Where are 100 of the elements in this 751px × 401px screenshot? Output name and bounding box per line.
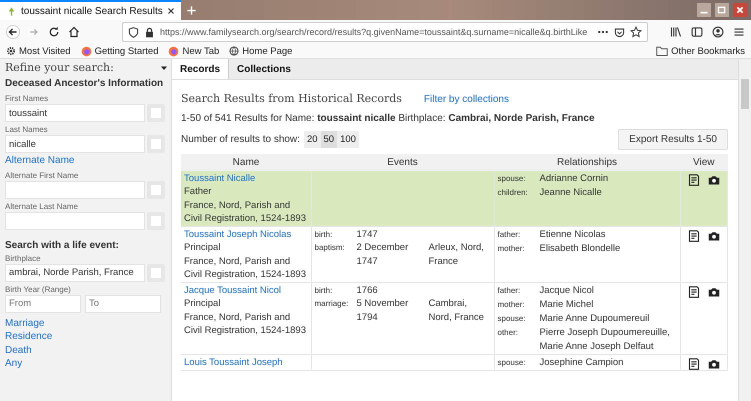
home-icon xyxy=(68,26,80,38)
relationship-label: mother: xyxy=(498,242,526,254)
relative-name: Marie Michel xyxy=(540,298,594,312)
relative-name: Jacque Nicol xyxy=(540,284,595,298)
record-name-link[interactable]: Jacque Toussaint Nicol xyxy=(184,284,308,297)
event-link[interactable]: Marriage xyxy=(5,316,168,330)
document-icon xyxy=(688,174,700,186)
column-header: Relationships xyxy=(494,154,680,170)
column-header: View xyxy=(680,154,728,170)
bookmark-link[interactable]: Home Page xyxy=(242,46,292,56)
address-bar[interactable]: https://www.familysearch.org/search/record/results?q.givenName=toussaint&q.surname=nicalle&q.birthLike xyxy=(122,22,648,42)
bookmark-folder[interactable]: Other Bookmarks xyxy=(671,46,745,56)
field-label: Alternate Last Name xyxy=(5,202,79,210)
relationship-label: father: xyxy=(498,284,522,296)
firefox-icon xyxy=(168,46,180,56)
record-role: Principal xyxy=(184,241,222,254)
close-icon xyxy=(733,3,747,17)
shield-icon xyxy=(128,26,139,38)
forward-icon xyxy=(28,26,40,38)
year-from-field[interactable]: From xyxy=(5,294,81,312)
event-date: 1747 xyxy=(356,228,379,241)
field-label: Birthplace xyxy=(5,254,42,262)
bookmark-link[interactable]: New Tab xyxy=(182,46,220,56)
relative-name: Marie Anne Dupoumereuil xyxy=(540,312,650,326)
relative-name: Elisabeth Blondelle xyxy=(540,242,622,256)
relationship-label: spouse: xyxy=(498,172,527,185)
bookmark-link[interactable]: Getting Started xyxy=(94,46,158,56)
event-link[interactable]: Death xyxy=(5,344,168,357)
field-label: Last Names xyxy=(5,125,49,134)
section-heading: Search with a life event: xyxy=(5,240,120,250)
exact-checkbox[interactable] xyxy=(147,180,165,198)
record-role: Father xyxy=(184,185,212,198)
relationship-label: children: xyxy=(498,186,529,198)
camera-icon xyxy=(708,230,720,242)
page-size-label: Number of results to show: xyxy=(181,134,300,145)
text-field[interactable] xyxy=(5,180,145,198)
url-text: https://www.familysearch.org/search/record/results?q.givenName=toussaint&q.surname=nicalle&q.birthLike xyxy=(160,27,588,37)
event-date: 1766 xyxy=(356,284,379,297)
bookmark-link[interactable]: Most Visited xyxy=(19,46,71,56)
column-header: Events xyxy=(311,154,494,170)
filter-link[interactable]: Filter by collections xyxy=(424,93,509,106)
relative-name: Etienne Nicolas xyxy=(540,228,607,242)
text-field[interactable]: nicalle xyxy=(5,135,145,153)
menu-icon xyxy=(733,26,745,38)
column-header: Name xyxy=(181,154,311,170)
exact-checkbox[interactable] xyxy=(147,104,165,122)
results-tab[interactable]: Records xyxy=(172,59,230,79)
record-collection: France, Nord, Parish and Civil Registration, 1524-1893 xyxy=(184,254,307,282)
relative-name: Adrianne Cornin xyxy=(540,172,610,186)
camera-icon xyxy=(708,286,720,298)
document-icon xyxy=(688,358,700,370)
record-collection: France, Nord, Parish and Civil Registration, 1524-1893 xyxy=(184,198,307,226)
record-collection: France, Nord, Parish and Civil Registration, 1524-1893 xyxy=(184,310,307,338)
event-place: Arleux, Nord, France xyxy=(428,241,485,268)
event-link[interactable]: Any xyxy=(5,357,168,370)
record-name-link[interactable]: Toussaint Joseph Nicolas xyxy=(184,228,308,241)
globe-icon xyxy=(229,46,240,56)
text-field[interactable] xyxy=(5,212,145,230)
record-name-link[interactable]: Toussaint Nicalle xyxy=(184,172,308,185)
page-size-option[interactable]: 20 xyxy=(304,131,321,148)
exact-checkbox[interactable] xyxy=(147,135,165,153)
camera-icon xyxy=(708,358,720,370)
relationship-label: spouse: xyxy=(498,312,527,325)
caret-icon xyxy=(160,64,168,72)
camera-icon xyxy=(708,174,720,186)
firefox-icon xyxy=(80,46,92,56)
export-button[interactable]: Export Results 1-50 xyxy=(618,129,728,150)
relative-name: Jeanne Nicalle xyxy=(540,186,603,200)
text-field[interactable]: toussaint xyxy=(5,104,145,122)
exact-checkbox[interactable] xyxy=(147,264,165,282)
page-size-option[interactable]: 100 xyxy=(337,131,359,148)
record-name-link[interactable]: Louis Toussaint Joseph xyxy=(184,356,308,369)
browser-tab[interactable]: toussaint nicalle Search Results xyxy=(0,0,181,20)
pocket-icon xyxy=(614,26,625,38)
record-role: Principal xyxy=(184,297,222,310)
relationship-label: mother: xyxy=(498,298,526,310)
field-label: Alternate First Name xyxy=(5,170,80,180)
minimize-icon xyxy=(697,3,711,17)
section-heading: Deceased Ancestor's Information xyxy=(5,77,164,91)
relative-name: Pierre Joseph Dupoumereuille, Marie Anne Joseph Delfaut xyxy=(540,326,671,354)
event-label: marriage: xyxy=(314,298,350,310)
text-field[interactable]: ambrai, Norde Parish, France xyxy=(5,264,145,282)
results-tab[interactable]: Collections xyxy=(229,59,299,79)
page-size-option[interactable]: 50 xyxy=(320,131,338,148)
year-to-field[interactable]: To xyxy=(85,294,161,312)
results-summary: 1-50 of 541 Results for Name: toussaint nicalle Birthplace: Cambrai, Norde Parish, France xyxy=(181,112,596,124)
alternate-name-link[interactable]: Alternate Name xyxy=(5,154,168,168)
exact-checkbox[interactable] xyxy=(147,212,165,230)
field-label: First Names xyxy=(5,94,50,103)
relationship-label: spouse: xyxy=(498,356,527,369)
sidebar-icon xyxy=(691,26,703,38)
star-icon xyxy=(630,26,642,38)
event-label: birth: xyxy=(314,228,334,240)
scrollbar[interactable] xyxy=(738,59,751,401)
event-date: 2 December 1747 xyxy=(356,241,410,268)
back-icon xyxy=(6,25,20,39)
document-icon xyxy=(688,230,700,242)
event-link[interactable]: Residence xyxy=(5,330,168,344)
folder-icon xyxy=(656,45,668,57)
event-label: baptism: xyxy=(314,242,346,254)
